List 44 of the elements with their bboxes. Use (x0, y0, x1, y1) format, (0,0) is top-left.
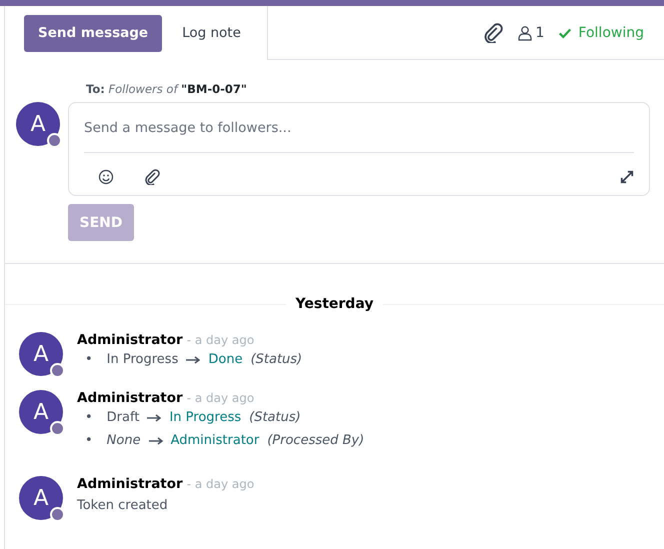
arrow-icon (148, 436, 163, 444)
message-field[interactable]: Send a message to followers... (68, 102, 650, 196)
expand-icon (620, 170, 634, 184)
avatar: A (19, 332, 63, 376)
emoji-icon (98, 169, 114, 185)
status-dot (50, 363, 65, 378)
author-name: Administrator (77, 332, 183, 348)
arrow-icon (147, 414, 162, 422)
avatar: A (16, 102, 60, 146)
attachments-button[interactable] (482, 22, 502, 42)
field-name: (Status) (250, 352, 302, 367)
following-button[interactable]: Following (558, 24, 644, 40)
bullet: • (85, 433, 93, 448)
old-value: In Progress (106, 352, 178, 367)
field-name: (Status) (249, 410, 301, 425)
message-time: - a day ago (186, 477, 254, 491)
author-name: Administrator (77, 390, 183, 406)
old-value: None (106, 433, 141, 448)
bullet: • (85, 352, 93, 367)
date-separator: Yesterday (294, 296, 374, 312)
status-dot (50, 421, 65, 436)
avatar: A (19, 390, 63, 434)
tab[interactable]: Log note (168, 14, 255, 52)
status-dot (47, 133, 62, 148)
bullet: • (85, 410, 93, 425)
message-time: - a day ago (186, 333, 254, 347)
message-input[interactable]: Send a message to followers... (84, 120, 634, 153)
avatar: A (19, 476, 63, 520)
person-icon (516, 24, 532, 40)
field-name: (Processed By) (267, 433, 364, 448)
new-value: Administrator (170, 433, 260, 448)
status-dot (50, 507, 65, 522)
author-name: Administrator (77, 476, 183, 492)
arrow-icon (186, 356, 200, 364)
message-time: - a day ago (186, 391, 254, 405)
paperclip-icon (144, 169, 160, 185)
recipients-text: To: Followers of "BM-0-07" (86, 82, 248, 96)
old-value: Draft (106, 410, 140, 425)
message-body: Token created (77, 498, 169, 513)
followers-button[interactable]: 1 (516, 24, 544, 40)
tab[interactable]: Send message (24, 14, 162, 52)
new-value: In Progress (169, 410, 242, 425)
new-value: Done (208, 352, 243, 367)
paperclip-icon (482, 22, 502, 42)
